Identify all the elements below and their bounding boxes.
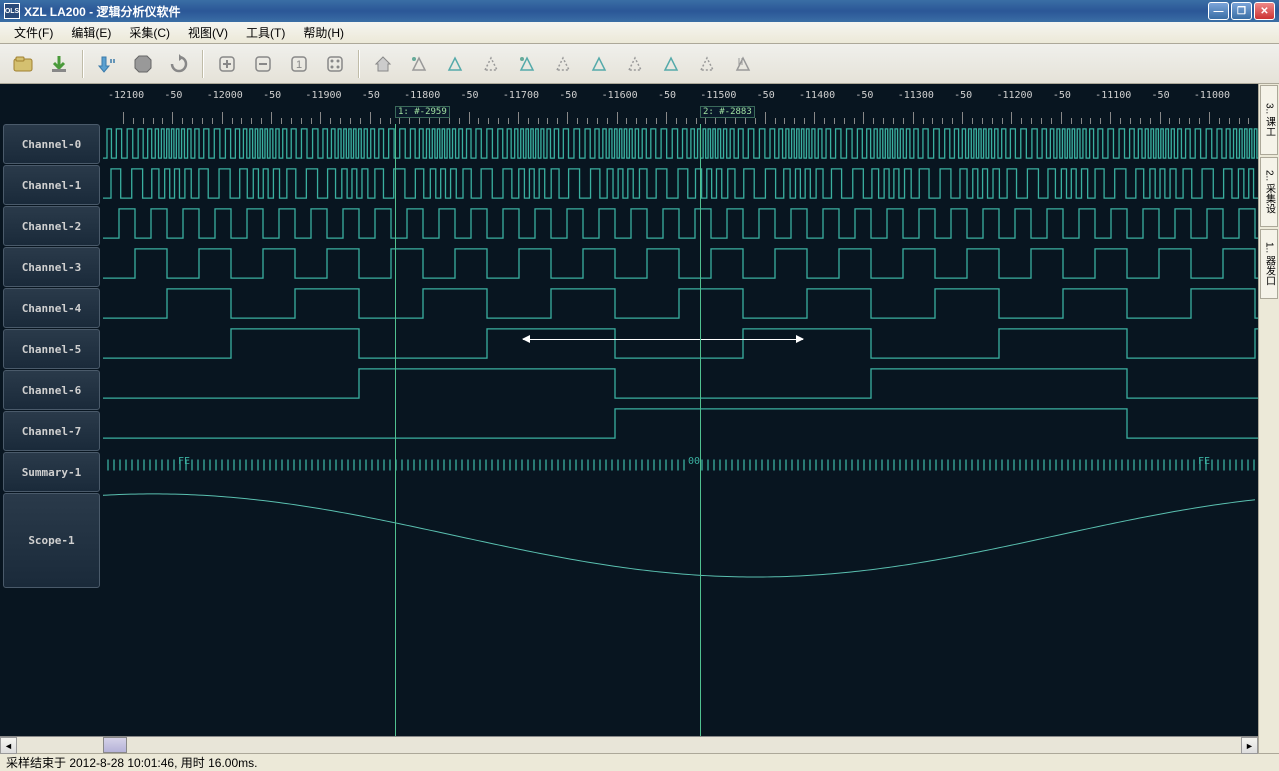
save-button[interactable] (44, 49, 74, 79)
side-tab-3[interactable]: 3.. 课工 (1260, 85, 1278, 155)
horizontal-scrollbar[interactable]: ◄ ► (0, 736, 1258, 753)
channel-label-2[interactable]: Channel-2 (3, 206, 100, 246)
zoom-in-button[interactable] (212, 49, 242, 79)
scroll-track[interactable] (17, 737, 1241, 753)
channel-label-6[interactable]: Channel-6 (3, 370, 100, 410)
wave-row-2[interactable] (103, 204, 1258, 244)
wave-row-4[interactable] (103, 284, 1258, 324)
scroll-left-button[interactable]: ◄ (0, 737, 17, 754)
menu-view[interactable]: 视图(V) (180, 22, 236, 43)
menu-capture[interactable]: 采集(C) (121, 22, 178, 43)
menu-tools[interactable]: 工具(T) (238, 22, 293, 43)
cursor-1-line[interactable] (395, 124, 396, 736)
channel-label-1[interactable]: Channel-1 (3, 165, 100, 205)
minimize-button[interactable]: — (1208, 2, 1229, 20)
waveform-area: -12100-50-12000-50-11900-50-11800-50-117… (0, 84, 1258, 753)
goto-home-button[interactable] (368, 49, 398, 79)
channel-label-9[interactable]: Scope-1 (3, 493, 100, 588)
stop-button[interactable] (128, 49, 158, 79)
goto-f-button[interactable] (692, 49, 722, 79)
menu-edit[interactable]: 编辑(E) (63, 22, 119, 43)
svg-text:1: 1 (296, 59, 302, 71)
menubar: 文件(F) 编辑(E) 采集(C) 视图(V) 工具(T) 帮助(H) (0, 22, 1279, 44)
channel-label-4[interactable]: Channel-4 (3, 288, 100, 328)
goto-last-button[interactable] (728, 49, 758, 79)
goto-cursor2-button[interactable] (476, 49, 506, 79)
zoom-default-button[interactable]: 1 (284, 49, 314, 79)
status-text: 采样结束于 2012-8-28 10:01:46, 用时 16.00ms. (6, 754, 257, 771)
time-ruler[interactable]: -12100-50-12000-50-11900-50-11800-50-117… (0, 84, 1258, 124)
repeat-button[interactable] (164, 49, 194, 79)
channel-label-5[interactable]: Channel-5 (3, 329, 100, 369)
side-tab-2[interactable]: 2.. 采集设 (1260, 157, 1278, 227)
close-button[interactable]: ✕ (1254, 2, 1275, 20)
menu-file[interactable]: 文件(F) (6, 22, 61, 43)
goto-trigger-button[interactable] (404, 49, 434, 79)
toolbar: 1 (0, 44, 1279, 84)
goto-a-button[interactable] (512, 49, 542, 79)
waveform-canvas[interactable]: FE00FE (103, 124, 1258, 736)
channel-label-7[interactable]: Channel-7 (3, 411, 100, 451)
wave-row-8[interactable]: FE00FE (103, 444, 1258, 484)
capture-button[interactable] (92, 49, 122, 79)
titlebar: OLS XZL LA200 - 逻辑分析仪软件 — ❐ ✕ (0, 0, 1279, 22)
goto-c-button[interactable] (584, 49, 614, 79)
goto-b-button[interactable] (548, 49, 578, 79)
main-area: -12100-50-12000-50-11900-50-11800-50-117… (0, 84, 1279, 753)
menu-help[interactable]: 帮助(H) (295, 22, 352, 43)
wave-row-9[interactable] (103, 484, 1258, 579)
channels-container: Channel-0Channel-1Channel-2Channel-3Chan… (0, 124, 1258, 736)
channel-label-3[interactable]: Channel-3 (3, 247, 100, 287)
cursor-2-line[interactable] (700, 124, 701, 736)
open-button[interactable] (8, 49, 38, 79)
zoom-fit-button[interactable] (320, 49, 350, 79)
channel-label-8[interactable]: Summary-1 (3, 452, 100, 492)
wave-row-0[interactable] (103, 124, 1258, 164)
goto-e-button[interactable] (656, 49, 686, 79)
maximize-button[interactable]: ❐ (1231, 2, 1252, 20)
wave-row-6[interactable] (103, 364, 1258, 404)
scroll-thumb[interactable] (103, 737, 127, 753)
wave-row-5[interactable] (103, 324, 1258, 364)
status-bar: 采样结束于 2012-8-28 10:01:46, 用时 16.00ms. (0, 753, 1279, 771)
goto-cursor1-button[interactable] (440, 49, 470, 79)
goto-d-button[interactable] (620, 49, 650, 79)
scroll-right-button[interactable]: ► (1241, 737, 1258, 754)
channel-label-0[interactable]: Channel-0 (3, 124, 100, 164)
side-panel: 3.. 课工 2.. 采集设 1.. 器发口 (1258, 84, 1279, 753)
window-title: XZL LA200 - 逻辑分析仪软件 (24, 3, 1208, 20)
wave-row-7[interactable] (103, 404, 1258, 444)
zoom-out-button[interactable] (248, 49, 278, 79)
app-icon: OLS (4, 3, 20, 19)
wave-row-3[interactable] (103, 244, 1258, 284)
channel-labels: Channel-0Channel-1Channel-2Channel-3Chan… (0, 124, 103, 736)
side-tab-1[interactable]: 1.. 器发口 (1260, 229, 1278, 299)
wave-row-1[interactable] (103, 164, 1258, 204)
